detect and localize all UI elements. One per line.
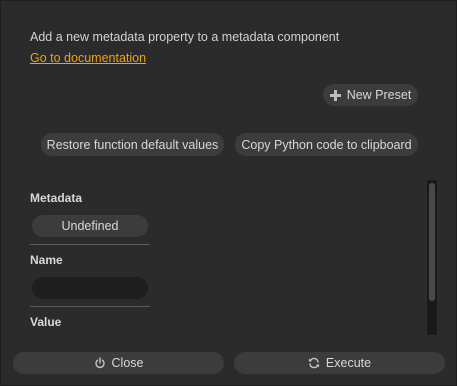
metadata-dropdown[interactable]: Undefined: [32, 215, 148, 237]
copy-python-button[interactable]: Copy Python code to clipboard: [235, 133, 418, 156]
documentation-link[interactable]: Go to documentation: [30, 51, 146, 65]
refresh-icon: [308, 357, 320, 369]
execute-button[interactable]: Execute: [234, 352, 445, 374]
new-preset-label: New Preset: [346, 88, 412, 102]
metadata-property-dialog: Add a new metadata property to a metadat…: [0, 0, 457, 386]
separator: [30, 306, 150, 307]
value-label: Value: [30, 315, 62, 329]
new-preset-button[interactable]: New Preset: [323, 84, 418, 106]
scrollbar-thumb[interactable]: [429, 183, 435, 301]
name-label: Name: [30, 253, 63, 267]
execute-label: Execute: [325, 356, 372, 370]
power-icon: [94, 357, 106, 369]
dialog-description: Add a new metadata property to a metadat…: [30, 30, 340, 44]
separator: [30, 244, 150, 245]
plus-icon: [329, 89, 341, 101]
name-input[interactable]: [32, 277, 148, 299]
close-label: Close: [111, 356, 144, 370]
vertical-scrollbar[interactable]: [427, 180, 437, 335]
restore-defaults-button[interactable]: Restore function default values: [41, 133, 224, 156]
restore-defaults-label: Restore function default values: [46, 137, 219, 152]
metadata-label: Metadata: [30, 191, 83, 205]
close-button[interactable]: Close: [13, 352, 224, 374]
copy-python-label: Copy Python code to clipboard: [241, 137, 412, 152]
